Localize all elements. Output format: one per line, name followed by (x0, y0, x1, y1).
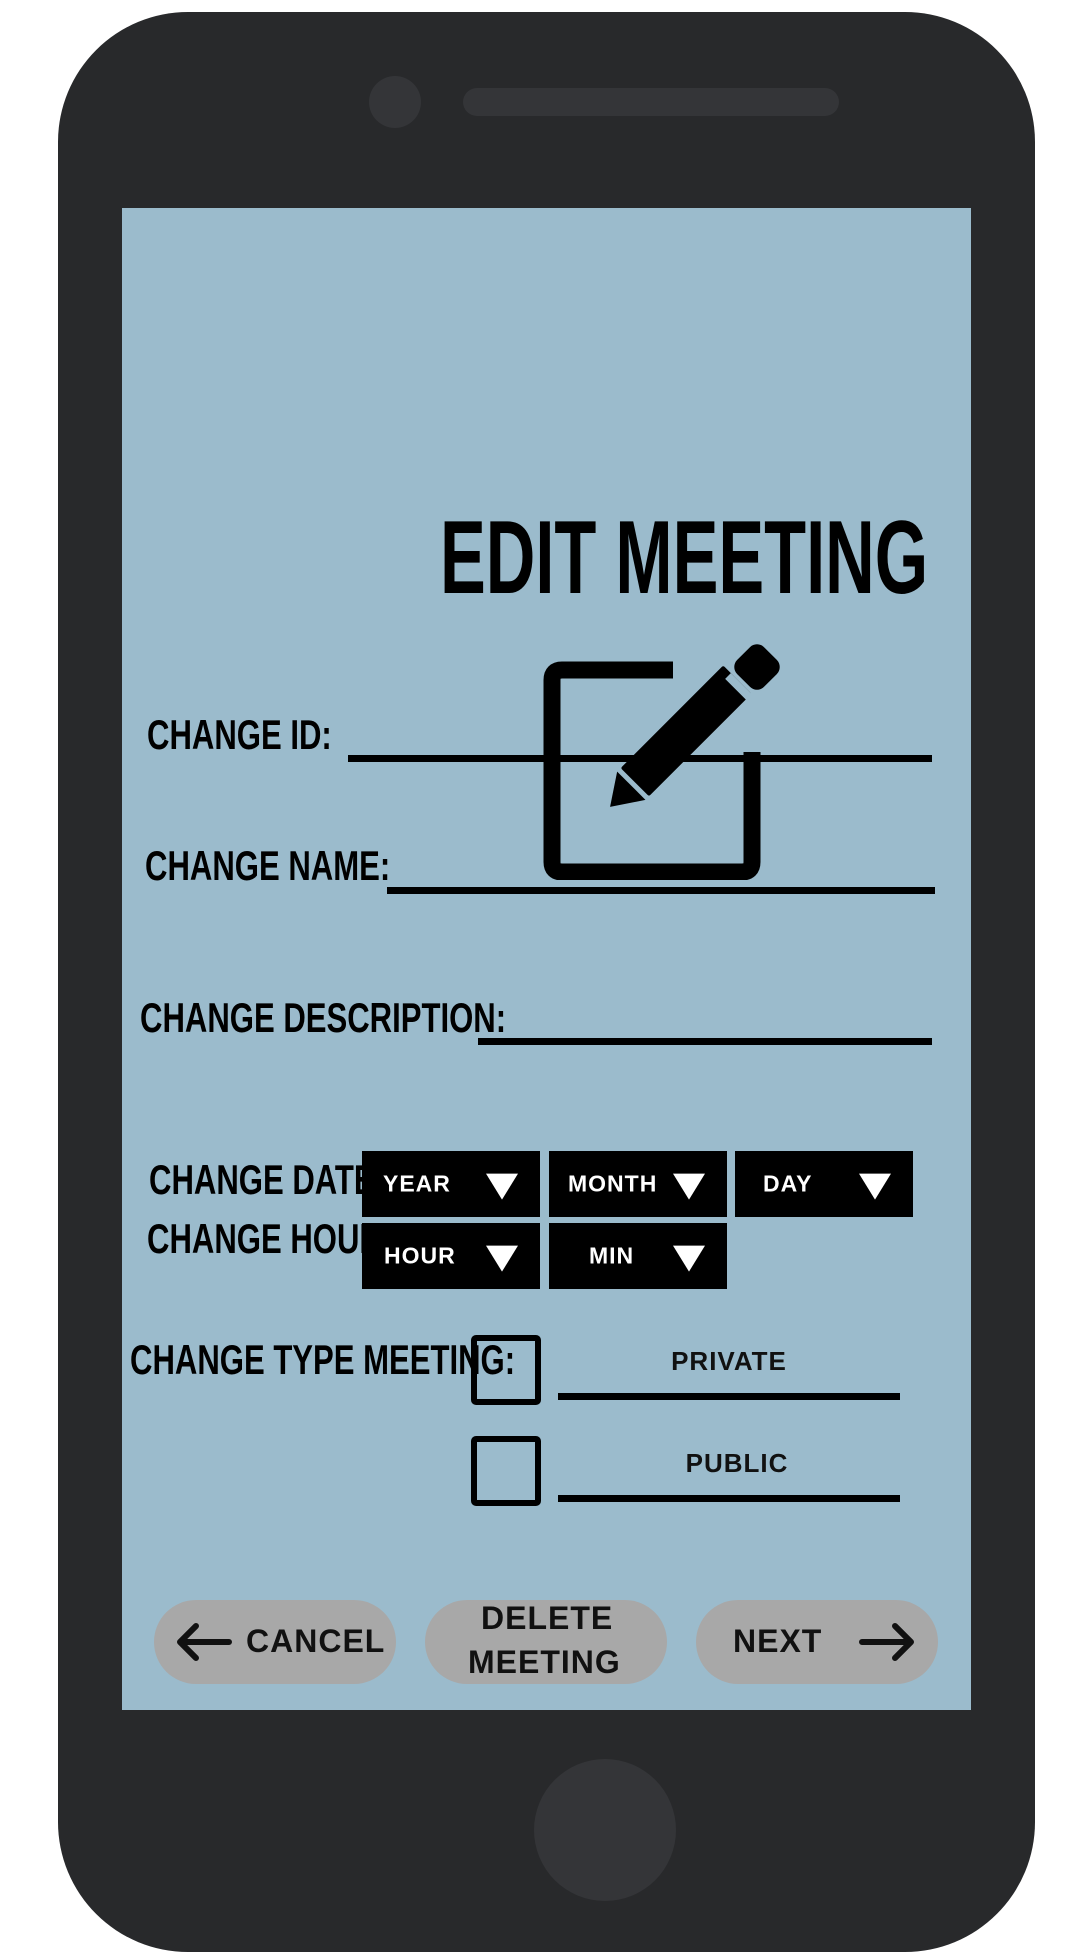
delete-label-line2: MEETING (468, 1644, 621, 1680)
delete-label-line1: DELETE (481, 1600, 614, 1636)
home-button[interactable] (534, 1759, 676, 1901)
private-label: PRIVATE (671, 1346, 787, 1376)
day-dropdown[interactable]: DAY (735, 1151, 913, 1217)
public-label: PUBLIC (685, 1448, 789, 1478)
chevron-down-icon (673, 1245, 705, 1272)
cancel-button[interactable]: CANCEL (154, 1600, 396, 1684)
public-underline (558, 1495, 900, 1502)
next-button[interactable]: NEXT (696, 1600, 938, 1684)
speaker-grille (463, 88, 839, 116)
next-label: NEXT (733, 1623, 823, 1659)
arrow-right-icon (859, 1623, 914, 1661)
change-id-input[interactable] (348, 755, 932, 762)
front-camera (369, 76, 421, 128)
month-dropdown[interactable]: MONTH (549, 1151, 727, 1217)
public-checkbox[interactable] (471, 1436, 541, 1506)
private-checkbox[interactable] (471, 1335, 541, 1405)
chevron-down-icon (486, 1245, 518, 1272)
day-dropdown-label: DAY (763, 1170, 813, 1197)
month-dropdown-label: MONTH (568, 1170, 658, 1197)
change-description-label: CHANGE DESCRIPTION: (140, 994, 507, 1041)
hour-dropdown[interactable]: HOUR (362, 1223, 540, 1289)
minute-dropdown[interactable]: MIN (549, 1223, 727, 1289)
page-title: EDIT MEETING (440, 500, 929, 616)
chevron-down-icon (859, 1173, 891, 1200)
year-dropdown[interactable]: YEAR (362, 1151, 540, 1217)
change-type-label: CHANGE TYPE MEETING: (130, 1336, 516, 1383)
delete-meeting-button[interactable]: DELETE MEETING (425, 1600, 667, 1684)
change-id-label: CHANGE ID: (147, 711, 332, 758)
chevron-down-icon (486, 1173, 518, 1200)
arrow-left-icon (177, 1623, 232, 1661)
private-underline (558, 1393, 900, 1400)
chevron-down-icon (673, 1173, 705, 1200)
change-name-label: CHANGE NAME: (145, 842, 391, 889)
minute-dropdown-label: MIN (589, 1242, 635, 1269)
app-screen: EDIT MEETING CHANGE ID: CHANGE NAME: CHA… (122, 208, 971, 1710)
cancel-label: CANCEL (246, 1623, 386, 1659)
change-date-label: CHANGE DATE: (149, 1156, 385, 1203)
change-hour-label: CHANGE HOUR: (147, 1215, 393, 1262)
change-description-input[interactable] (478, 1038, 932, 1045)
hour-dropdown-label: HOUR (384, 1242, 456, 1269)
year-dropdown-label: YEAR (383, 1170, 451, 1197)
change-name-input[interactable] (387, 887, 935, 894)
